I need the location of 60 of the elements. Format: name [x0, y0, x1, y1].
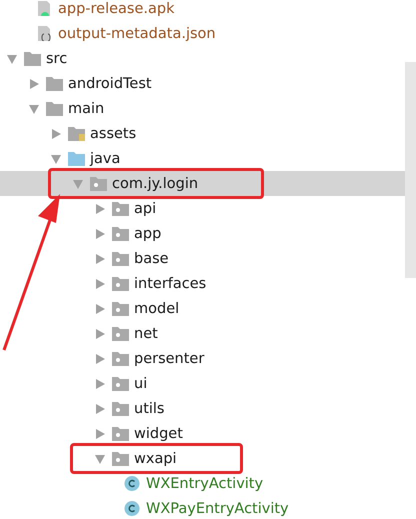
expand-caret-icon[interactable] [94, 428, 106, 440]
package-icon [112, 426, 129, 441]
expand-caret-icon[interactable] [94, 352, 106, 364]
tree-item-label[interactable]: com.jy.login [112, 176, 198, 192]
tree-item-label[interactable]: main [68, 100, 104, 116]
tree-item-label[interactable]: base [134, 250, 169, 266]
tree-item-label[interactable]: persenter [134, 350, 204, 366]
package-icon [112, 226, 129, 241]
tree-item-label[interactable]: model [134, 300, 180, 316]
folder-icon [24, 51, 41, 66]
tree-item-label[interactable]: output-metadata.json [58, 26, 216, 42]
expand-caret-icon[interactable] [94, 302, 106, 314]
tree-item-label[interactable]: WXEntryActivity [146, 476, 264, 492]
expand-caret-icon[interactable] [28, 78, 40, 90]
tree-item-label[interactable]: src [46, 50, 68, 66]
tree-item-label[interactable]: interfaces [134, 276, 206, 292]
tree-item-label[interactable]: api [134, 200, 156, 216]
tree-item-label[interactable]: utils [134, 400, 164, 416]
package-icon [90, 176, 107, 191]
class-icon [124, 476, 141, 491]
tree-item-label[interactable]: WXPayEntryActivity [146, 500, 289, 516]
json-file-icon [36, 26, 53, 41]
folder-icon [46, 101, 63, 116]
tree-item-label[interactable]: androidTest [68, 76, 152, 92]
package-icon [112, 326, 129, 341]
collapse-caret-icon[interactable] [50, 152, 62, 164]
expand-caret-icon[interactable] [94, 378, 106, 390]
package-icon [112, 401, 129, 416]
expand-caret-icon[interactable] [94, 228, 106, 240]
tree-item-label[interactable]: wxapi [134, 450, 177, 466]
resources-folder-icon [68, 126, 85, 141]
tree-item-label[interactable]: app [134, 226, 162, 242]
package-icon [112, 351, 129, 366]
package-icon [112, 376, 129, 391]
package-icon [112, 251, 129, 266]
expand-caret-icon[interactable] [94, 202, 106, 214]
package-icon [112, 451, 129, 466]
expand-caret-icon[interactable] [94, 402, 106, 414]
expand-caret-icon[interactable] [94, 328, 106, 340]
collapse-caret-icon[interactable] [94, 452, 106, 464]
tree-item-label[interactable]: ui [134, 376, 148, 392]
package-icon [112, 201, 129, 216]
collapse-caret-icon[interactable] [6, 52, 18, 64]
folder-icon [46, 76, 63, 91]
tree-item-label[interactable]: java [90, 150, 120, 166]
tree-item-label[interactable]: app-release.apk [58, 0, 174, 16]
folder-icon [68, 151, 85, 166]
collapse-caret-icon[interactable] [28, 102, 40, 114]
scrollbar[interactable] [405, 62, 416, 278]
tree-item-label[interactable]: widget [134, 426, 183, 442]
expand-caret-icon[interactable] [94, 278, 106, 290]
class-icon [124, 501, 141, 516]
package-icon [112, 301, 129, 316]
collapse-caret-icon[interactable] [72, 178, 84, 190]
expand-caret-icon[interactable] [50, 128, 62, 140]
expand-caret-icon[interactable] [94, 252, 106, 264]
tree-item-label[interactable]: net [134, 326, 158, 342]
tree-item-label[interactable]: assets [90, 126, 136, 142]
package-icon [112, 276, 129, 291]
android-file-icon [36, 1, 53, 16]
